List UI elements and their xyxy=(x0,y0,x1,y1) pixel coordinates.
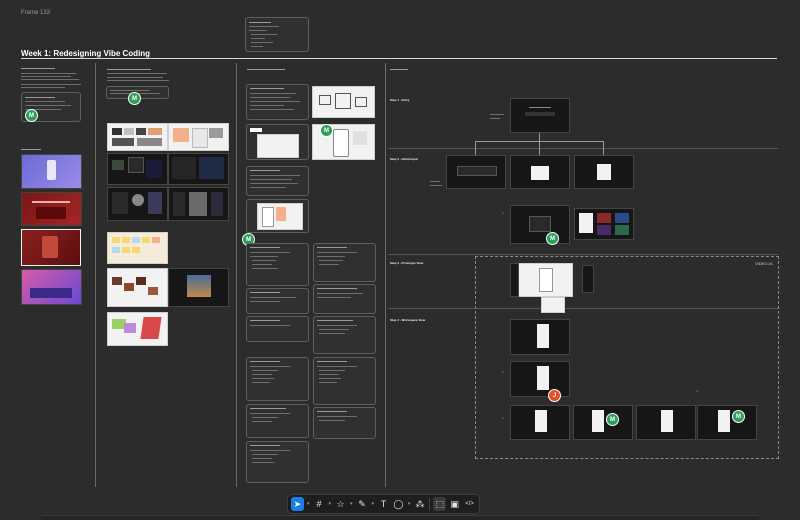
sparkle-marker: ✶ xyxy=(502,212,505,215)
chevron-down-icon[interactable]: ▾ xyxy=(327,497,332,511)
entry-screen[interactable] xyxy=(510,98,570,133)
idea-card-3[interactable] xyxy=(246,166,309,196)
step-1-label: Step 1 - Entry xyxy=(390,98,410,102)
dashboard-screenshot-3[interactable] xyxy=(107,187,168,221)
collaborator-avatar-6[interactable]: J xyxy=(548,389,561,402)
initial-input-screen-3[interactable] xyxy=(574,155,634,189)
prototype-mode-icon[interactable]: ▣ xyxy=(448,497,461,511)
idea-card-2[interactable] xyxy=(246,124,309,160)
dashboard-screenshot-4[interactable] xyxy=(168,187,229,221)
flow-sketch[interactable] xyxy=(312,86,375,118)
step-2-label: Step 2 - Initial Input xyxy=(390,157,418,161)
column-2-heading xyxy=(107,69,151,70)
column-1-section-label xyxy=(21,149,41,150)
moodboard-frame-1[interactable] xyxy=(107,123,168,151)
horizontal-scrollbar[interactable] xyxy=(42,515,758,520)
prototype-sidebar xyxy=(510,263,519,297)
design-mode-icon[interactable]: ⬚ xyxy=(433,497,447,511)
initial-input-screen-1[interactable] xyxy=(446,155,506,189)
collaborator-avatar-8[interactable]: M xyxy=(732,410,745,423)
collaborator-avatar-5[interactable]: M xyxy=(546,232,559,245)
moodboard-frame-2[interactable] xyxy=(168,123,229,151)
top-note-card[interactable] xyxy=(245,17,309,52)
concept-card-10[interactable] xyxy=(313,407,376,439)
collaborator-avatar-3[interactable]: M xyxy=(320,124,333,137)
reference-thumbnail-4[interactable] xyxy=(21,269,82,305)
star-icon[interactable]: ☆ xyxy=(334,497,347,511)
chevron-down-icon[interactable]: ▾ xyxy=(349,497,354,511)
sparkle-marker-3: ✶ xyxy=(696,390,699,393)
video-label: VIDEO #1 xyxy=(755,261,774,266)
column-divider-3 xyxy=(385,63,386,487)
landscape-screenshot[interactable] xyxy=(168,268,229,307)
concept-card-8[interactable] xyxy=(313,357,376,405)
generation-screen[interactable] xyxy=(510,205,570,244)
collaborator-avatar-2[interactable]: M xyxy=(128,92,141,105)
idea-card-4[interactable] xyxy=(246,199,309,233)
moodboard-frame-3[interactable] xyxy=(107,268,168,307)
collaborator-avatar-1[interactable]: M xyxy=(25,109,38,122)
dashboard-screenshot-2[interactable] xyxy=(168,153,229,185)
workspace-variant-4[interactable] xyxy=(697,405,757,440)
chevron-down-icon[interactable]: ▾ xyxy=(306,497,311,511)
workspace-screen-2[interactable] xyxy=(510,361,570,397)
reference-thumbnail-2[interactable] xyxy=(21,192,82,226)
frame-icon[interactable]: # xyxy=(313,497,326,511)
concept-card-3[interactable] xyxy=(246,288,309,314)
text-icon[interactable]: T xyxy=(377,497,390,511)
concept-card-2[interactable] xyxy=(313,243,376,282)
initial-input-screen-2[interactable] xyxy=(510,155,570,189)
reference-thumbnail-1[interactable] xyxy=(21,154,82,189)
column-4-heading xyxy=(390,69,408,70)
concept-card-6[interactable] xyxy=(313,316,376,354)
concept-card-5[interactable] xyxy=(246,316,309,342)
concept-card-1[interactable] xyxy=(246,243,309,286)
column-3-heading xyxy=(247,69,285,70)
results-screen[interactable] xyxy=(574,208,634,240)
prototype-popover[interactable] xyxy=(541,297,565,313)
entry-annotation xyxy=(490,114,504,119)
concept-card-11[interactable] xyxy=(246,441,309,483)
toolbar-separator xyxy=(429,498,431,510)
bottom-toolbar: ➤ ▾ # ▾ ☆ ▾ ✎ ▾ T ◯ ▾ ⁂ ⬚ ▣ </> xyxy=(287,494,480,514)
sticky-notes-board[interactable] xyxy=(107,232,168,264)
pen-icon[interactable]: ✎ xyxy=(356,497,369,511)
sparkle-marker-4: ✶ xyxy=(502,417,505,420)
sketch-frame[interactable] xyxy=(107,312,168,346)
title-rule xyxy=(21,58,777,59)
frame-label[interactable]: Frame 133 xyxy=(21,10,50,16)
cursor-icon[interactable]: ➤ xyxy=(291,497,304,511)
collaborator-avatar-7[interactable]: M xyxy=(606,413,619,426)
workspace-variant-2[interactable] xyxy=(573,405,633,440)
workspace-variant-1[interactable] xyxy=(510,405,570,440)
workspace-screen-1[interactable] xyxy=(510,319,570,355)
idea-card-1[interactable] xyxy=(246,84,309,120)
column-divider-2 xyxy=(236,63,237,487)
step-4-label: Step 4 - Workspace View xyxy=(390,318,426,322)
concept-card-4[interactable] xyxy=(313,284,376,314)
sparkle-marker-2: ✶ xyxy=(502,371,505,374)
prototype-panel xyxy=(582,265,594,293)
input-annotation xyxy=(430,181,442,186)
concept-card-9[interactable] xyxy=(246,404,309,438)
comment-icon[interactable]: ◯ xyxy=(392,497,405,511)
chevron-down-icon[interactable]: ▾ xyxy=(407,497,412,511)
dashboard-screenshot-1[interactable] xyxy=(107,153,168,185)
prototype-view-screen[interactable] xyxy=(518,263,573,297)
column-divider-1 xyxy=(95,63,96,487)
workspace-variant-3[interactable] xyxy=(636,405,696,440)
chevron-down-icon[interactable]: ▾ xyxy=(370,497,375,511)
concept-card-7[interactable] xyxy=(246,357,309,401)
actions-icon[interactable]: ⁂ xyxy=(413,497,426,511)
step-3-label: Step 3 - Prototype View xyxy=(390,261,424,265)
page-title: Week 1: Redesigning Vibe Coding xyxy=(21,49,151,58)
code-icon[interactable]: </> xyxy=(463,497,476,511)
reference-thumbnail-3[interactable] xyxy=(21,229,81,266)
